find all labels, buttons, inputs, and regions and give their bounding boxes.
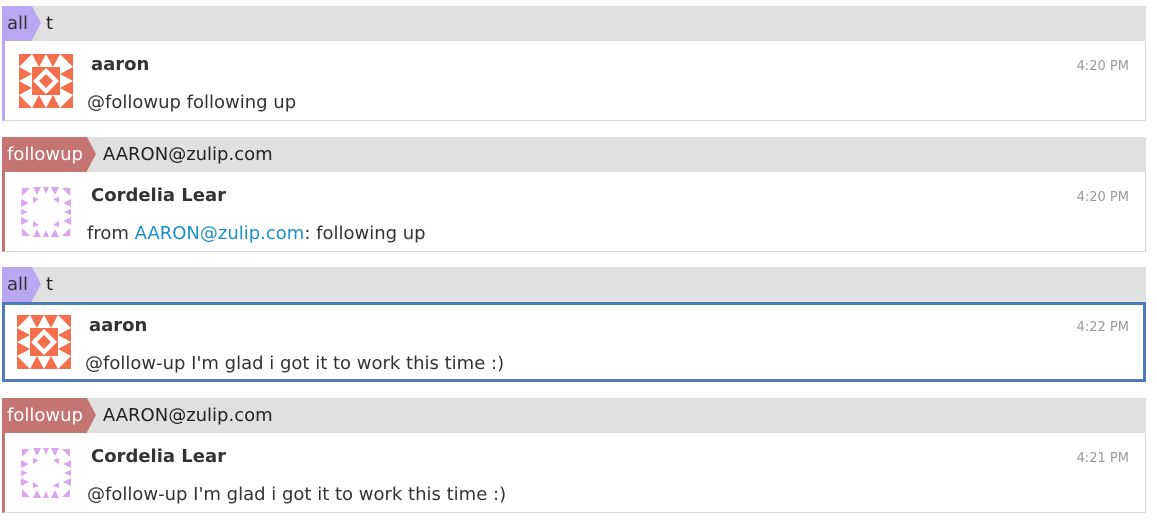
stream-label[interactable]: all [2,267,42,302]
message-group: followup AARON@zulip.com Cordelia Lear @… [2,398,1146,513]
message-row[interactable]: Cordelia Lear @follow-up I'm glad i got … [2,433,1146,513]
message-time[interactable]: 4:20 PM [1077,190,1129,205]
sender-name[interactable]: aaron [91,54,149,75]
message-row[interactable]: Cordelia Lear from AARON@zulip.com: foll… [2,172,1146,252]
message-group: followup AARON@zulip.com Cordelia Lear f… [2,137,1146,252]
message-content: from AARON@zulip.com: following up [87,223,426,244]
sender-name[interactable]: Cordelia Lear [91,446,226,467]
message-time[interactable]: 4:22 PM [1077,320,1129,335]
message-row[interactable]: aaron @followup following up 4:20 PM [2,41,1146,121]
message-group: all t aaron @follow-up I'm glad i got it… [2,267,1146,382]
topic-label[interactable]: AARON@zulip.com [103,144,273,165]
message-time[interactable]: 4:21 PM [1077,451,1129,466]
topic-label[interactable]: t [46,274,53,295]
avatar[interactable] [19,54,73,108]
stream-label[interactable]: followup [2,398,96,433]
topic-label[interactable]: t [46,13,53,34]
message-content: @follow-up I'm glad i got it to work thi… [85,353,505,374]
avatar[interactable] [19,446,73,500]
message-group: all t aaron @followup following up 4:20 … [2,6,1146,121]
topic-label[interactable]: AARON@zulip.com [103,405,273,426]
message-row-selected[interactable]: aaron @follow-up I'm glad i got it to wo… [2,302,1146,382]
recipient-bar: all t [2,6,1146,41]
message-content: @follow-up I'm glad i got it to work thi… [87,484,507,505]
message-time[interactable]: 4:20 PM [1077,59,1129,74]
avatar[interactable] [19,185,73,239]
sender-name[interactable]: Cordelia Lear [91,185,226,206]
stream-label[interactable]: followup [2,137,96,172]
avatar[interactable] [17,315,71,369]
recipient-bar: followup AARON@zulip.com [2,398,1146,433]
recipient-bar: followup AARON@zulip.com [2,137,1146,172]
message-content: @followup following up [87,92,297,113]
content-prefix: from [87,223,135,244]
message-feed: all t aaron @followup following up 4:20 … [0,0,1157,524]
content-suffix: : following up [304,223,426,244]
email-link[interactable]: AARON@zulip.com [135,223,305,244]
sender-name[interactable]: aaron [89,315,147,336]
stream-label[interactable]: all [2,6,42,41]
recipient-bar: all t [2,267,1146,302]
